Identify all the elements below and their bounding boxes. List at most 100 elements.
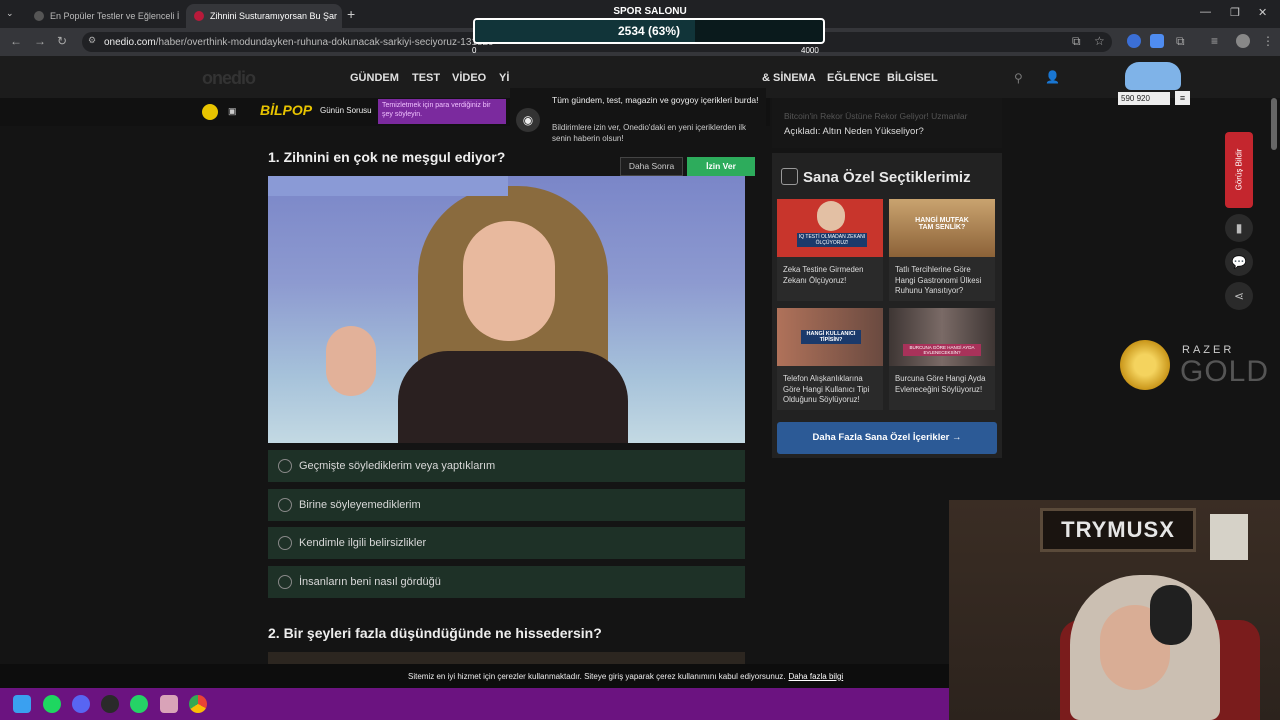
pick-card[interactable]: HANGİ MUTFAK TAM SENLİK? Tatlı Tercihler… bbox=[889, 199, 995, 301]
wall-poster bbox=[1210, 514, 1248, 560]
windows-start-icon[interactable] bbox=[13, 695, 31, 713]
search-icon[interactable]: ⚲ bbox=[1014, 71, 1023, 85]
trending-faded-headline[interactable]: Bitcoin'in Rekor Üstüne Rekor Geliyor! U… bbox=[784, 111, 968, 121]
goal-title: SPOR SALONU bbox=[613, 6, 687, 17]
answer-option[interactable]: İnsanların beni nasıl gördüğü bbox=[268, 566, 745, 598]
goal-min: 0 bbox=[472, 46, 477, 55]
site-logo[interactable]: onedio bbox=[202, 68, 256, 89]
bilpop-logo[interactable]: BİLPOP bbox=[260, 102, 312, 118]
nav-video[interactable]: VİDEO bbox=[452, 72, 486, 84]
comment-icon[interactable]: 💬 bbox=[1225, 248, 1253, 276]
browser-tab-2[interactable]: Zihnini Susturamıyorsan Bu Şar ✕ bbox=[186, 4, 342, 28]
page-scrollbar[interactable] bbox=[1271, 98, 1277, 150]
option-label: İnsanların beni nasıl gördüğü bbox=[299, 576, 441, 588]
image-top-strip bbox=[268, 176, 508, 196]
radio-button[interactable] bbox=[278, 498, 292, 512]
trending-headline[interactable]: Açıkladı: Altın Neden Yükseliyor? bbox=[784, 126, 924, 137]
user-icon[interactable]: 👤 bbox=[1045, 70, 1060, 84]
option-label: Kendimle ilgili belirsizlikler bbox=[299, 537, 427, 549]
more-picks-button[interactable]: Daha Fazla Sana Özel İçerikler → bbox=[777, 422, 997, 454]
pick-card-image-text: IQ TESTİ OLMADAN ZEKANI ÖLÇÜYORUZ! bbox=[797, 233, 867, 247]
forward-icon[interactable]: → bbox=[34, 34, 46, 48]
headset-icon bbox=[1150, 585, 1192, 645]
extensions-puzzle-icon[interactable]: ⧉ bbox=[1176, 34, 1185, 49]
tab-title: Zihnini Susturamıyorsan Bu Şar bbox=[210, 11, 338, 21]
picks-title: Sana Özel Seçtiklerimiz bbox=[803, 169, 971, 186]
nav-bilgisel[interactable]: BİLGİSEL bbox=[887, 72, 938, 84]
tab-title: En Popüler Testler ve Eğlenceli İ bbox=[50, 11, 180, 21]
url-domain: onedio.com bbox=[104, 36, 156, 48]
option-label: Geçmişte söylediklerim veya yaptıklarım bbox=[299, 460, 496, 472]
gift-icon[interactable]: ▣ bbox=[228, 106, 237, 117]
picks-icon bbox=[781, 168, 798, 185]
pick-card-title: Zeka Testine Girmeden Zekanı Ölçüyoruz! bbox=[783, 265, 864, 285]
ad-product[interactable]: GOLD bbox=[1180, 355, 1269, 389]
feedback-button[interactable]: Görüş Bildir bbox=[1225, 132, 1253, 208]
back-icon[interactable]: ← bbox=[10, 34, 22, 48]
answer-option[interactable]: Geçmişte söylediklerim veya yaptıklarım bbox=[268, 450, 745, 482]
nav-truncated[interactable]: Yİ bbox=[499, 72, 509, 84]
image-body bbox=[398, 351, 628, 443]
bookmark-icon[interactable]: ▮ bbox=[1225, 214, 1253, 242]
cookie-text: Sitemiz en iyi hizmet için çerezler kull… bbox=[408, 671, 786, 681]
reload-icon[interactable]: ↻ bbox=[57, 34, 67, 48]
bookmark-star-icon[interactable]: ☆ bbox=[1094, 34, 1105, 48]
pick-card-image: HANGİ MUTFAK TAM SENLİK? bbox=[889, 199, 995, 257]
later-button[interactable]: Daha Sonra bbox=[620, 157, 683, 176]
webcam-sign: TRYMUSX bbox=[1040, 508, 1196, 552]
new-tab-button[interactable]: + bbox=[347, 6, 355, 22]
share-icon[interactable]: ⋖ bbox=[1225, 282, 1253, 310]
onedio-favicon-icon bbox=[34, 11, 44, 21]
person-thumb bbox=[817, 201, 845, 231]
profile-avatar-icon[interactable] bbox=[1236, 34, 1250, 48]
extension-icon[interactable] bbox=[1127, 34, 1141, 48]
nav-eglence[interactable]: EĞLENCE bbox=[827, 72, 880, 84]
radio-button[interactable] bbox=[278, 536, 292, 550]
whatsapp-icon[interactable] bbox=[130, 695, 148, 713]
pick-card-image-text: BURCUNA GÖRE HANGİ AYDA EVLENECEKSİN? bbox=[903, 344, 981, 356]
daily-question-label[interactable]: Günün Sorusu bbox=[320, 106, 372, 115]
nav-sinema[interactable]: & SİNEMA bbox=[762, 72, 816, 84]
notification-title: Tüm gündem, test, magazin ve goygoy içer… bbox=[552, 95, 759, 105]
nav-test[interactable]: TEST bbox=[412, 72, 440, 84]
extension-icon[interactable] bbox=[1150, 34, 1164, 48]
pick-card[interactable]: IQ TESTİ OLMADAN ZEKANI ÖLÇÜYORUZ! Zeka … bbox=[777, 199, 883, 301]
spotify-icon[interactable] bbox=[43, 695, 61, 713]
photos-icon[interactable] bbox=[160, 695, 178, 713]
image-face bbox=[463, 221, 555, 341]
razer-coin-icon[interactable] bbox=[1120, 340, 1170, 390]
pick-card-image: BURCUNA GÖRE HANGİ AYDA EVLENECEKSİN? bbox=[889, 308, 995, 366]
cookie-more-link[interactable]: Daha fazla bilgi bbox=[789, 672, 844, 681]
discord-icon[interactable] bbox=[72, 695, 90, 713]
answer-option[interactable]: Kendimle ilgili belirsizlikler bbox=[268, 527, 745, 559]
question-1-title: 1. Zihnini en çok ne meşgul ediyor? bbox=[268, 149, 506, 165]
close-window-icon[interactable]: ✕ bbox=[1258, 6, 1267, 19]
menu-icon: ≡ bbox=[1175, 91, 1190, 105]
pick-card-image: HANGİ KULLANICI TİPİSİN? bbox=[777, 308, 883, 366]
minimize-icon[interactable]: — bbox=[1200, 6, 1211, 18]
answer-option[interactable]: Birine söyleyemediklerim bbox=[268, 489, 745, 521]
maximize-icon[interactable]: ❐ bbox=[1230, 6, 1240, 19]
daily-question-banner[interactable]: Temizletmek için para verdiğiniz bir şey… bbox=[378, 99, 506, 124]
site-info-icon[interactable]: ⚙ bbox=[88, 35, 96, 46]
tab-search-icon[interactable]: ⌄ bbox=[6, 8, 14, 19]
install-icon[interactable]: ⧉ bbox=[1072, 34, 1081, 49]
chrome-icon[interactable] bbox=[189, 695, 207, 713]
allow-button[interactable]: İzin Ver bbox=[687, 157, 755, 176]
pick-card[interactable]: HANGİ KULLANICI TİPİSİN? Telefon Alışkan… bbox=[777, 308, 883, 410]
pick-card[interactable]: BURCUNA GÖRE HANGİ AYDA EVLENECEKSİN? Bu… bbox=[889, 308, 995, 410]
pick-card-title: Burcuna Göre Hangi Ayda Evleneceğini Söy… bbox=[895, 374, 986, 394]
radio-button[interactable] bbox=[278, 575, 292, 589]
onedio-bell-icon: ◉ bbox=[516, 108, 540, 132]
browser-tab-1[interactable]: En Popüler Testler ve Eğlenceli İ ✕ bbox=[26, 4, 184, 28]
url-path: /haber/overthink-modundayken-ruhuna-doku… bbox=[155, 36, 494, 48]
steam-icon[interactable] bbox=[101, 695, 119, 713]
cookie-bar: Sitemiz en iyi hizmet için çerezler kull… bbox=[0, 664, 949, 688]
pick-card-image-text: HANGİ MUTFAK TAM SENLİK? bbox=[915, 217, 969, 231]
image-hand bbox=[326, 326, 376, 396]
media-icon[interactable]: ≡ bbox=[1211, 34, 1218, 48]
radio-button[interactable] bbox=[278, 459, 292, 473]
option-label: Birine söyleyemediklerim bbox=[299, 499, 421, 511]
menu-dots-icon[interactable]: ⋮ bbox=[1262, 34, 1274, 48]
nav-gundem[interactable]: GÜNDEM bbox=[350, 72, 399, 84]
